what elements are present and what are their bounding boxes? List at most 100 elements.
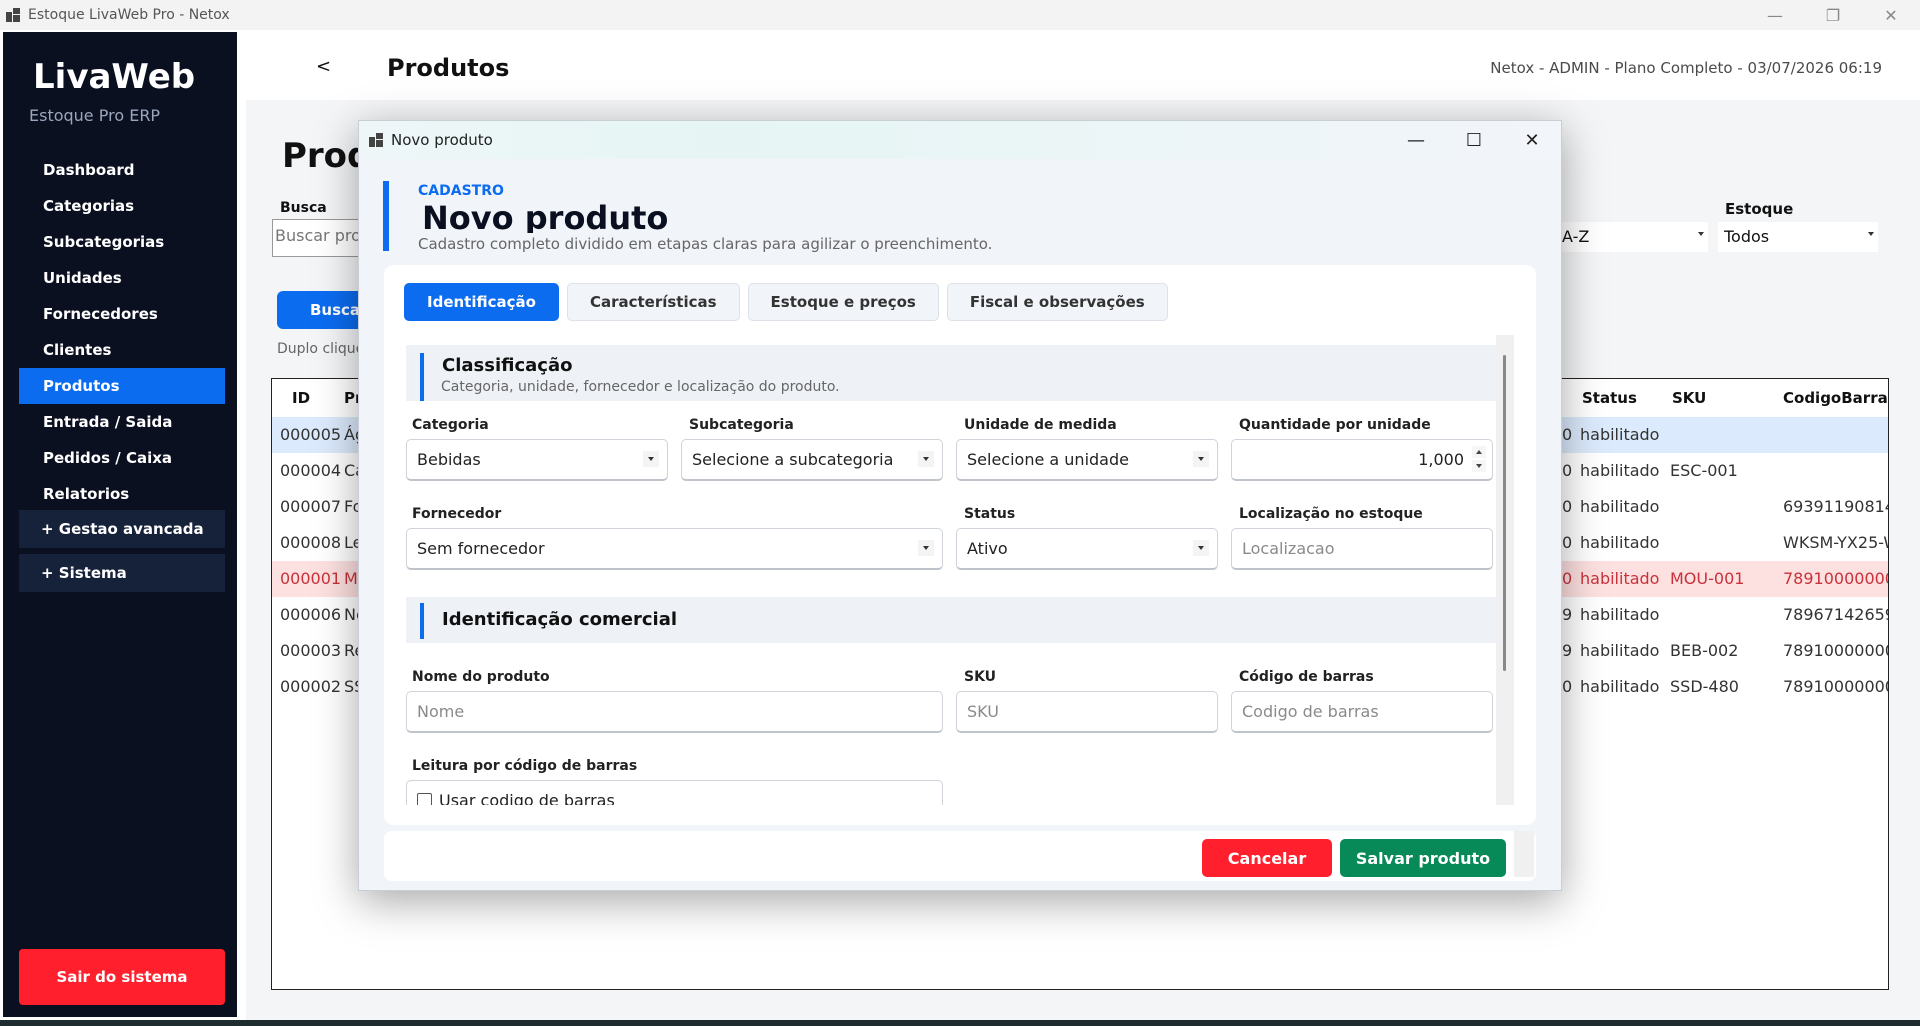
use-barcode-checkbox[interactable] <box>417 793 432 805</box>
estoque-filter-select[interactable]: Todos <box>1718 222 1878 252</box>
minimize-icon[interactable]: — <box>1746 0 1804 30</box>
fornecedor-label: Fornecedor <box>412 506 502 522</box>
window-controls: — ❐ ✕ <box>1746 0 1920 30</box>
sidebar-item-categorias[interactable]: Categorias <box>19 188 225 224</box>
minimize-icon[interactable]: — <box>1387 121 1445 159</box>
dialog-titlebar: Novo produto — ☐ ✕ <box>359 121 1561 159</box>
brand-logo: LivaWeb <box>33 57 196 97</box>
section-title: Classificação <box>442 355 573 376</box>
quantidade-value: 1,000 <box>1418 450 1464 469</box>
logout-button[interactable]: Sair do sistema <box>19 949 225 1005</box>
nome-input[interactable]: Nome <box>406 691 943 733</box>
unidade-select[interactable]: Selecione a unidade <box>956 439 1218 481</box>
tab-estoque-precos[interactable]: Estoque e preços <box>747 283 939 321</box>
cell-quantity: 0 <box>1562 425 1573 444</box>
cell-status: habilitado <box>1580 461 1660 480</box>
cell-quantity: 9 <box>1562 605 1573 624</box>
cell-status: habilitado <box>1580 641 1660 660</box>
col-header-id[interactable]: ID <box>292 389 310 407</box>
hero-subtitle: Cadastro completo dividido em etapas cla… <box>418 235 993 253</box>
save-product-button[interactable]: Salvar produto <box>1340 839 1506 877</box>
cell-status: habilitado <box>1580 605 1660 624</box>
cell-id: 000007 <box>280 497 342 516</box>
form-scrollbar[interactable] <box>1496 335 1514 805</box>
footer-scrollbar[interactable] <box>1514 831 1534 877</box>
status-select[interactable]: Ativo <box>956 528 1218 570</box>
chevron-down-icon <box>1193 451 1209 467</box>
page-title: Produtos <box>387 54 510 82</box>
categoria-select[interactable]: Bebidas <box>406 439 668 481</box>
cell-id: 000008 <box>280 533 342 552</box>
chevron-down-icon <box>1193 540 1209 556</box>
dialog-footer: Cancelar Salvar produto <box>384 831 1536 881</box>
sort-select-value: A-Z <box>1562 227 1590 246</box>
sidebar-item-clientes[interactable]: Clientes <box>19 332 225 368</box>
cell-id: 000001 <box>280 569 342 588</box>
barcode-input[interactable]: Codigo de barras <box>1231 691 1493 733</box>
col-header-barcode[interactable]: CodigoBarras <box>1783 389 1888 407</box>
quantidade-stepper[interactable]: 1,000 <box>1231 439 1493 481</box>
sidebar-item-fornecedores[interactable]: Fornecedores <box>19 296 225 332</box>
sidebar-item-pedidos-caixa[interactable]: Pedidos / Caixa <box>19 440 225 476</box>
localizacao-input[interactable]: Localizacao <box>1231 528 1493 570</box>
sidebar-item-dashboard[interactable]: Dashboard <box>19 152 225 188</box>
fornecedor-select[interactable]: Sem fornecedor <box>406 528 943 570</box>
sidebar-item-entrada-saida[interactable]: Entrada / Saida <box>19 404 225 440</box>
cell-quantity: 0 <box>1562 497 1573 516</box>
cell-id: 000003 <box>280 641 342 660</box>
col-header-sku[interactable]: SKU <box>1672 389 1706 407</box>
scrollbar-thumb[interactable] <box>1503 355 1506 671</box>
subcategoria-value: Selecione a subcategoria <box>692 450 894 469</box>
barcode-reader-option: Usar codigo de barras <box>406 780 943 805</box>
restore-icon[interactable]: ❐ <box>1804 0 1862 30</box>
cell-id: 000005 <box>280 425 342 444</box>
main-header: < Produtos Netox - ADMIN - Plano Complet… <box>246 34 1916 100</box>
cell-barcode: WKSM-YX25-W <box>1783 533 1889 552</box>
sort-select[interactable]: A-Z <box>1556 222 1708 252</box>
back-button[interactable]: < <box>316 56 331 77</box>
status-label: Status <box>964 506 1016 522</box>
maximize-icon[interactable]: ☐ <box>1445 121 1503 159</box>
dialog-title: Novo produto <box>391 131 493 149</box>
fornecedor-value: Sem fornecedor <box>417 539 545 558</box>
tab-identificacao[interactable]: Identificação <box>404 283 559 321</box>
section-subtitle: Categoria, unidade, fornecedor e localiz… <box>441 379 840 395</box>
form-tabs: Identificação Características Estoque e … <box>404 283 1168 321</box>
cell-sku: MOU-001 <box>1670 569 1745 588</box>
stepper-controls <box>1472 446 1486 472</box>
sidebar-group-sistema[interactable]: + Sistema <box>19 554 225 592</box>
decrement-icon[interactable] <box>1472 460 1486 472</box>
tab-caracteristicas[interactable]: Características <box>566 283 740 321</box>
hero-kicker: CADASTRO <box>418 183 504 199</box>
close-icon[interactable]: ✕ <box>1862 0 1920 30</box>
cancel-button[interactable]: Cancelar <box>1202 839 1332 877</box>
sidebar-item-relatorios[interactable]: Relatorios <box>19 476 225 512</box>
nome-label: Nome do produto <box>412 669 550 685</box>
sidebar-group-gestao-avancada[interactable]: + Gestao avancada <box>19 510 225 548</box>
subcategoria-label: Subcategoria <box>689 417 794 433</box>
use-barcode-checkbox-label[interactable]: Usar codigo de barras <box>439 791 615 805</box>
tab-fiscal-observacoes[interactable]: Fiscal e observações <box>946 283 1168 321</box>
cell-barcode: 789100000002 <box>1783 677 1888 696</box>
section-title: Identificação comercial <box>442 609 678 630</box>
sidebar-item-unidades[interactable]: Unidades <box>19 260 225 296</box>
sidebar-item-produtos[interactable]: Produtos <box>19 368 225 404</box>
col-header-status[interactable]: Status <box>1582 389 1637 407</box>
cell-sku: ESC-001 <box>1670 461 1738 480</box>
section-identificacao-comercial: Identificação comercial <box>406 597 1496 643</box>
dialog-app-icon <box>369 133 383 147</box>
subcategoria-select[interactable]: Selecione a subcategoria <box>681 439 943 481</box>
section-classificacao: Classificação Categoria, unidade, fornec… <box>406 345 1496 401</box>
brand-subtitle: Estoque Pro ERP <box>29 106 161 125</box>
close-icon[interactable]: ✕ <box>1503 121 1561 159</box>
app-icon <box>6 8 20 22</box>
user-info: Netox - ADMIN - Plano Completo - 03/07/2… <box>1490 59 1882 77</box>
unidade-value: Selecione a unidade <box>967 450 1129 469</box>
increment-icon[interactable] <box>1472 446 1486 458</box>
chevron-down-icon <box>643 451 659 467</box>
sidebar-item-subcategorias[interactable]: Subcategorias <box>19 224 225 260</box>
barcode-label: Código de barras <box>1239 669 1374 685</box>
sku-input[interactable]: SKU <box>956 691 1218 733</box>
cell-id: 000006 <box>280 605 342 624</box>
cell-quantity: 0 <box>1562 533 1573 552</box>
